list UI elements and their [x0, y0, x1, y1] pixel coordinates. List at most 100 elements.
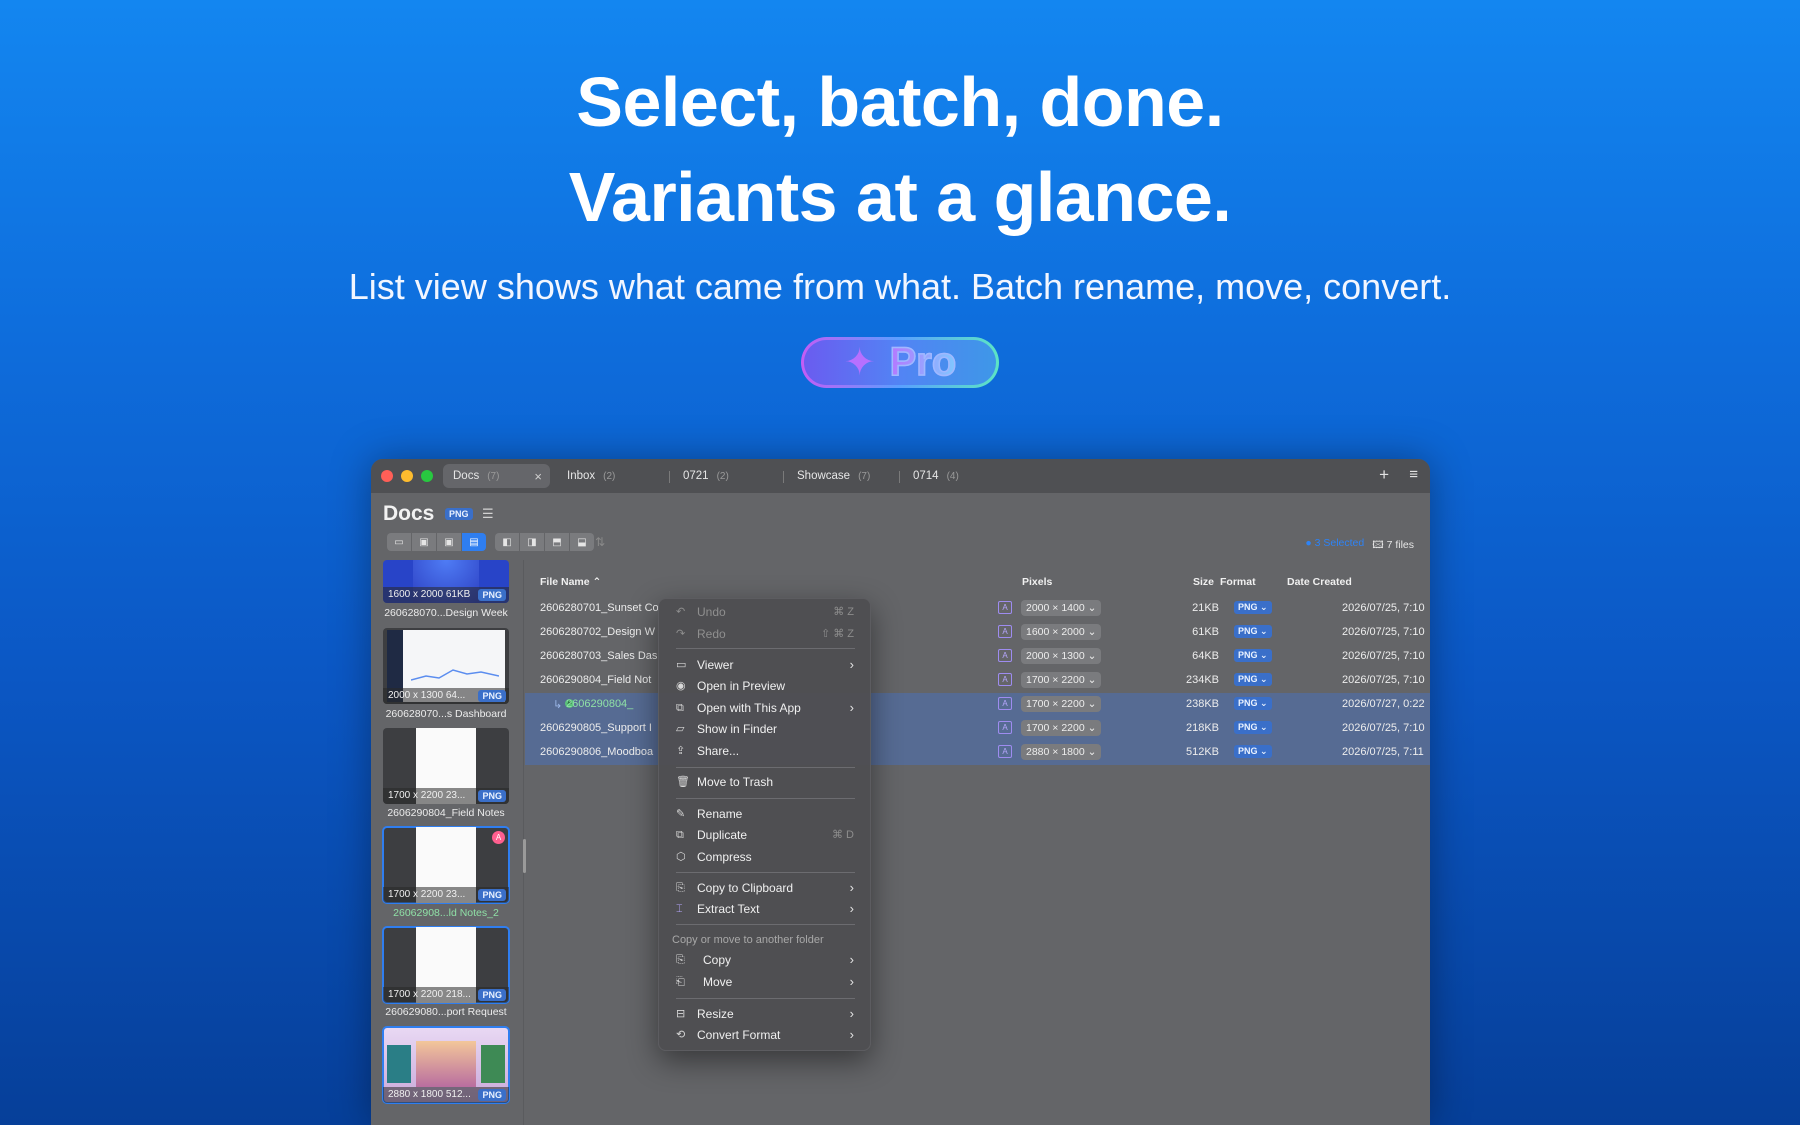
column-size[interactable]: Size [1193, 576, 1214, 588]
menu-item-open-preview[interactable]: ◉ Open in Preview [667, 676, 864, 696]
menu-item-viewer[interactable]: ▭ Viewer › [667, 655, 864, 675]
tab-divider [899, 471, 900, 483]
format-badge: PNG [478, 690, 506, 702]
window-icon: ▭ [676, 659, 687, 671]
menu-item-move-to-trash[interactable]: 🗑 Move to Trash [667, 772, 864, 792]
date-created: 2026/07/25, 7:10 [1342, 722, 1425, 734]
minimize-window-button[interactable] [401, 470, 413, 482]
thumbnail-label: 26062908...ld Notes_2 [393, 907, 499, 919]
menu-item-compress[interactable]: ⬡ Compress [667, 847, 864, 867]
menu-item-duplicate[interactable]: ⧉ Duplicate ⌘ D [667, 825, 864, 845]
thumbnail[interactable]: 1600 x 2000 61KB PNG [383, 560, 509, 603]
tab-docs[interactable]: Docs (7) × [443, 464, 550, 488]
format-dropdown[interactable]: PNG ⌄ [1234, 601, 1272, 614]
menu-item-open-with-app[interactable]: ⧉ Open with This App › [667, 698, 864, 718]
file-name: 2606280701_Sunset Co [540, 602, 659, 614]
thumbnail[interactable]: 1700 x 2200 23... PNG [383, 728, 509, 804]
tab-bar: Docs (7) × Inbox (2) 0721 (2) Showcase (… [371, 459, 1430, 493]
thumbnail[interactable]: A 1700 x 2200 23... PNG [382, 826, 510, 904]
menu-item-copy[interactable]: ⎘ Copy › [667, 950, 864, 970]
menu-item-rename[interactable]: ✎ Rename [667, 804, 864, 824]
menu-item-resize[interactable]: ⊟ Resize › [667, 1004, 864, 1024]
tab-count: (2) [603, 470, 616, 482]
date-created: 2026/07/25, 7:10 [1342, 674, 1425, 686]
extract-text-icon[interactable]: A [998, 697, 1012, 710]
tab-inbox[interactable]: Inbox (2) [557, 464, 657, 488]
format-badge[interactable]: PNG [445, 508, 473, 520]
tab-showcase[interactable]: Showcase (7) [787, 464, 897, 488]
file-size: 218KB [1185, 722, 1219, 734]
menu-item-copy-to-clipboard[interactable]: ⎘ Copy to Clipboard › [667, 878, 864, 898]
variant-badge-icon: A [492, 831, 505, 844]
format-dropdown[interactable]: PNG ⌄ [1234, 721, 1272, 734]
pixels-dropdown[interactable]: 1700 × 2200 ⌄ [1021, 672, 1102, 688]
menu-item-extract-text[interactable]: ⌶ Extract Text › [667, 899, 864, 919]
extract-text-icon[interactable]: A [998, 625, 1012, 638]
column-date-created[interactable]: Date Created [1287, 576, 1352, 588]
pixels-dropdown[interactable]: 1600 × 2000 ⌄ [1021, 624, 1102, 640]
sidebar-left-icon[interactable]: ◧ [495, 533, 519, 551]
extract-text-icon[interactable]: A [998, 649, 1012, 662]
tab-label: 0714 [913, 470, 939, 482]
close-window-button[interactable] [381, 470, 393, 482]
sparkline-icon [411, 669, 499, 681]
page-title: Docs [383, 502, 435, 525]
pro-label: Pro [889, 339, 957, 385]
sidebar-resize-handle[interactable] [523, 839, 526, 873]
pixels-dropdown[interactable]: 2000 × 1400 ⌄ [1021, 600, 1102, 616]
pixels-dropdown[interactable]: 1700 × 2200 ⌄ [1021, 720, 1102, 736]
thumbnail[interactable]: 2880 x 1800 512... PNG [382, 1026, 510, 1104]
menu-item-share[interactable]: ⇪ Share... [667, 741, 864, 761]
format-dropdown[interactable]: PNG ⌄ [1234, 625, 1272, 638]
zoom-window-button[interactable] [421, 470, 433, 482]
context-menu: ↶ Undo ⌘ Z ↷ Redo ⇧ ⌘ Z ▭ Viewer › ◉ Open in… [658, 598, 871, 1051]
hero-subtitle: List view shows what came from what. Bat… [348, 266, 1452, 307]
thumbnail[interactable]: 1700 x 2200 218... PNG [382, 926, 510, 1004]
menu-item-undo[interactable]: ↶ Undo ⌘ Z [667, 602, 864, 622]
list-view-icon[interactable]: ▤ [462, 533, 486, 551]
column-pixels[interactable]: Pixels [1022, 576, 1052, 588]
pixels-dropdown[interactable]: 1700 × 2200 ⌄ [1021, 696, 1102, 712]
tab-divider [669, 471, 670, 483]
date-created: 2026/07/25, 7:10 [1342, 650, 1425, 662]
tab-0714[interactable]: 0714 (4) [903, 464, 1003, 488]
pixels-dropdown[interactable]: 2880 × 1800 ⌄ [1021, 744, 1102, 760]
chevron-right-icon: › [849, 974, 854, 989]
menu-item-redo[interactable]: ↷ Redo ⇧ ⌘ Z [667, 624, 864, 644]
thumb-large-icon[interactable]: ▣ [437, 533, 461, 551]
split-bottom-icon[interactable]: ⬓ [570, 533, 594, 551]
menu-item-move[interactable]: ⎗ Move › [667, 972, 864, 992]
menu-item-convert-format[interactable]: ⟲ Convert Format › [667, 1025, 864, 1045]
extract-text-icon[interactable]: A [998, 745, 1012, 758]
sliders-icon[interactable]: ☰ [482, 506, 494, 522]
split-horizontal-icon[interactable]: ⬒ [545, 533, 569, 551]
menu-item-show-in-finder[interactable]: ▱ Show in Finder [667, 719, 864, 739]
format-dropdown[interactable]: PNG ⌄ [1234, 673, 1272, 686]
thumbnail-label: 2606290804_Field Notes [387, 807, 505, 819]
thumb-medium-icon[interactable]: ▣ [412, 533, 436, 551]
close-tab-icon[interactable]: × [534, 469, 542, 484]
column-file-name[interactable]: File Name ⌃ [540, 576, 601, 588]
shortcut-label: ⌘ D [832, 829, 854, 841]
tab-0721[interactable]: 0721 (2) [673, 464, 773, 488]
extract-text-icon[interactable]: A [998, 601, 1012, 614]
format-dropdown[interactable]: PNG ⌄ [1234, 697, 1272, 710]
format-dropdown[interactable]: PNG ⌄ [1234, 745, 1272, 758]
tab-label: Docs [453, 470, 480, 482]
date-created: 2026/07/25, 7:10 [1342, 626, 1425, 638]
resize-icon: ⊟ [676, 1008, 686, 1020]
format-dropdown[interactable]: PNG ⌄ [1234, 649, 1272, 662]
new-tab-icon[interactable]: + [1379, 465, 1389, 485]
extract-text-icon[interactable]: A [998, 721, 1012, 734]
extract-text-icon[interactable]: A [998, 673, 1012, 686]
tab-count: (4) [946, 470, 959, 482]
tab-count: (7) [487, 470, 500, 482]
thumb-small-icon[interactable]: ▭ [387, 533, 411, 551]
redo-icon: ↷ [676, 628, 686, 640]
menu-icon[interactable]: ≡ [1409, 466, 1418, 483]
sort-icon[interactable]: ⇅ [595, 535, 605, 549]
thumbnail[interactable]: 2000 x 1300 64... PNG [383, 628, 509, 704]
column-format[interactable]: Format [1220, 576, 1256, 588]
sidebar-right-icon[interactable]: ◨ [520, 533, 544, 551]
pixels-dropdown[interactable]: 2000 × 1300 ⌄ [1021, 648, 1102, 664]
